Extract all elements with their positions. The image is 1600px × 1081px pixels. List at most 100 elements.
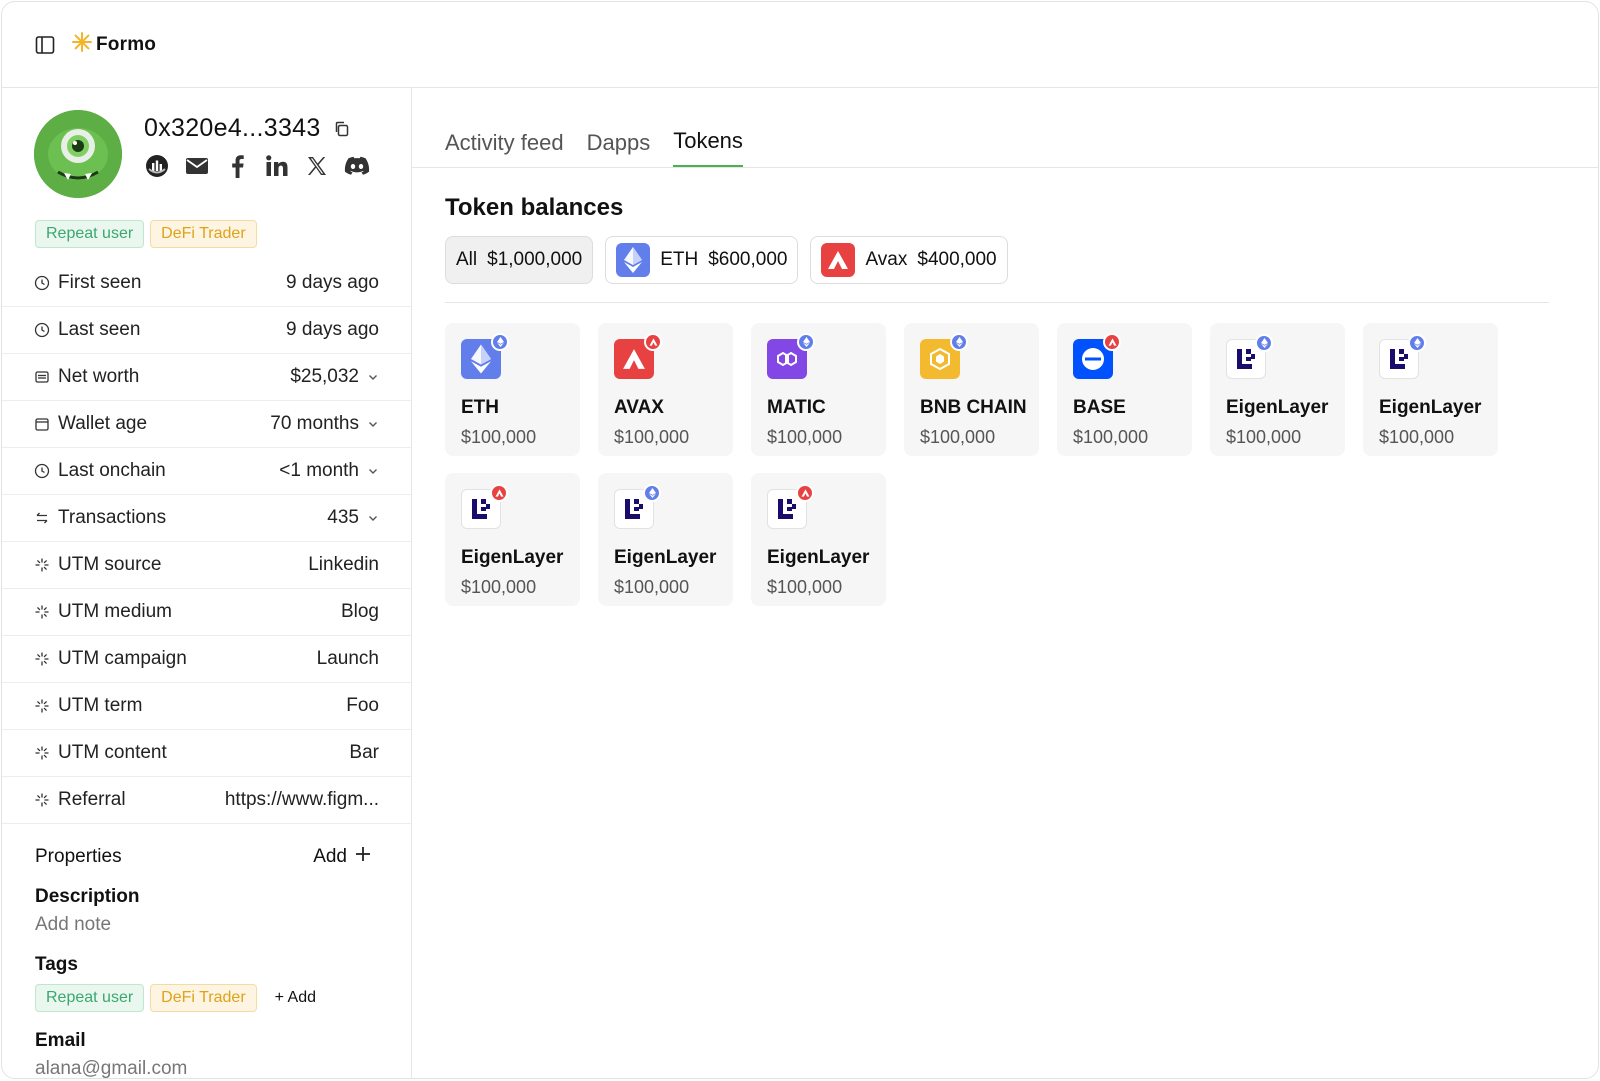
token-card[interactable]: EigenLayer $100,000 [1363, 323, 1498, 456]
attribute-row: Last seen 9 days ago [2, 307, 411, 354]
description-input[interactable]: Add note [35, 914, 371, 936]
facebook-icon[interactable] [224, 153, 250, 179]
token-card[interactable]: MATIC $100,000 [751, 323, 886, 456]
clock-icon [34, 463, 50, 479]
token-card[interactable]: EigenLayer $100,000 [751, 473, 886, 606]
avax-chain-badge-icon [796, 484, 814, 502]
brand-logo[interactable]: Formo [71, 31, 156, 58]
attribute-value: 435 [327, 507, 379, 529]
tab-tokens[interactable]: Tokens [673, 128, 743, 167]
token-card[interactable]: ETH $100,000 [445, 323, 580, 456]
token-name: AVAX [614, 397, 664, 418]
matic-icon [767, 333, 815, 379]
attribute-label: Last onchain [58, 460, 166, 481]
eth-chain-badge-icon [797, 333, 815, 351]
token-name: MATIC [767, 397, 826, 418]
token-value: $100,000 [461, 427, 537, 447]
token-card[interactable]: BASE $100,000 [1057, 323, 1192, 456]
attribute-value-text: Foo [346, 695, 379, 716]
wallet-icon [34, 369, 50, 385]
badge-repeat-user: Repeat user [35, 220, 145, 248]
clock-icon [34, 322, 50, 338]
chevron-down-icon[interactable] [367, 465, 379, 477]
tag-repeat-user[interactable]: Repeat user [35, 984, 145, 1012]
attribute-value: $25,032 [290, 366, 379, 388]
attribute-label: UTM source [58, 554, 162, 575]
token-value: $100,000 [1226, 427, 1302, 447]
sparkle-icon [34, 557, 50, 573]
attribute-row[interactable]: Wallet age 70 months [2, 401, 411, 448]
eth-chain-badge-icon [1408, 334, 1426, 352]
add-property-button[interactable]: Add [313, 846, 371, 868]
profile-sidebar: 0x320e4...3343 Repeat user DeFi Trader F… [2, 88, 412, 1078]
tag-defi-trader[interactable]: DeFi Trader [150, 984, 257, 1012]
copy-icon[interactable] [333, 120, 351, 138]
email-icon[interactable] [184, 153, 210, 179]
token-value: $100,000 [920, 427, 996, 447]
token-card[interactable]: BNB CHAIN $100,000 [904, 323, 1039, 456]
attribute-row[interactable]: Last onchain <1 month [2, 448, 411, 495]
attribute-value: <1 month [279, 460, 379, 482]
chevron-down-icon[interactable] [367, 512, 379, 524]
properties-title: Properties [35, 846, 122, 867]
attribute-label: UTM medium [58, 601, 173, 622]
attribute-row: UTM medium Blog [2, 589, 411, 636]
avax-chain-badge-icon [1103, 333, 1121, 351]
main-panel: Activity feed Dapps Tokens Token balance… [412, 88, 1598, 1078]
avax-chain-badge-icon [490, 484, 508, 502]
token-value: $100,000 [614, 427, 690, 447]
token-value: $100,000 [767, 427, 843, 447]
avatar [34, 110, 122, 198]
sparkle-icon [34, 745, 50, 761]
attribute-value: Linkedin [308, 554, 379, 576]
token-value: $100,000 [1073, 427, 1149, 447]
attribute-value-text: 9 days ago [286, 272, 379, 293]
chevron-down-icon[interactable] [367, 418, 379, 430]
discord-icon[interactable] [344, 153, 370, 179]
attribute-value: 70 months [270, 413, 379, 435]
x-twitter-icon[interactable] [304, 153, 330, 179]
arrows-icon [34, 510, 50, 526]
filter-all[interactable]: All $1,000,000 [445, 236, 594, 284]
token-card[interactable]: AVAX $100,000 [598, 323, 733, 456]
filter-eth[interactable]: ETH $600,000 [605, 236, 799, 284]
sidebar-toggle-icon[interactable] [35, 35, 55, 55]
attribute-label: Transactions [58, 507, 167, 528]
attribute-value: https://www.figm... [225, 789, 379, 811]
attribute-value: Bar [349, 742, 379, 764]
token-value: $100,000 [461, 577, 537, 597]
linkedin-icon[interactable] [264, 153, 290, 179]
token-card[interactable]: EigenLayer $100,000 [445, 473, 580, 606]
attribute-value-text: Linkedin [308, 554, 379, 575]
token-card[interactable]: EigenLayer $100,000 [598, 473, 733, 606]
farcaster-icon[interactable] [144, 153, 170, 179]
attribute-value: Foo [346, 695, 379, 717]
eth-chain-badge-icon [950, 333, 968, 351]
chevron-down-icon[interactable] [367, 371, 379, 383]
badge-defi-trader: DeFi Trader [150, 220, 257, 248]
attribute-row: UTM term Foo [2, 683, 411, 730]
add-tag-button[interactable]: + Add [275, 989, 316, 1007]
formo-star-icon [71, 31, 93, 58]
sparkle-icon [34, 792, 50, 808]
token-name: EigenLayer [614, 547, 717, 568]
tab-dapps[interactable]: Dapps [587, 130, 651, 167]
eth-chain-badge-icon [491, 333, 509, 351]
eth-chain-badge-icon [643, 484, 661, 502]
attribute-row[interactable]: Net worth $25,032 [2, 354, 411, 401]
base-icon [1073, 333, 1121, 379]
attribute-value: 9 days ago [286, 319, 379, 341]
tab-activity-feed[interactable]: Activity feed [445, 130, 564, 167]
attribute-value-text: <1 month [279, 460, 359, 481]
attribute-label: Net worth [58, 366, 140, 387]
filter-avax[interactable]: Avax $400,000 [810, 236, 1008, 284]
filter-all-label: All [456, 249, 478, 270]
token-card[interactable]: EigenLayer $100,000 [1210, 323, 1345, 456]
token-name: BASE [1073, 397, 1126, 418]
attribute-row: UTM campaign Launch [2, 636, 411, 683]
eth-chain-badge-icon [1255, 334, 1273, 352]
avax-icon [821, 243, 856, 277]
attribute-row[interactable]: Transactions 435 [2, 495, 411, 542]
email-value: alana@gmail.com [35, 1058, 188, 1078]
tab-bar: Activity feed Dapps Tokens [412, 88, 1598, 168]
